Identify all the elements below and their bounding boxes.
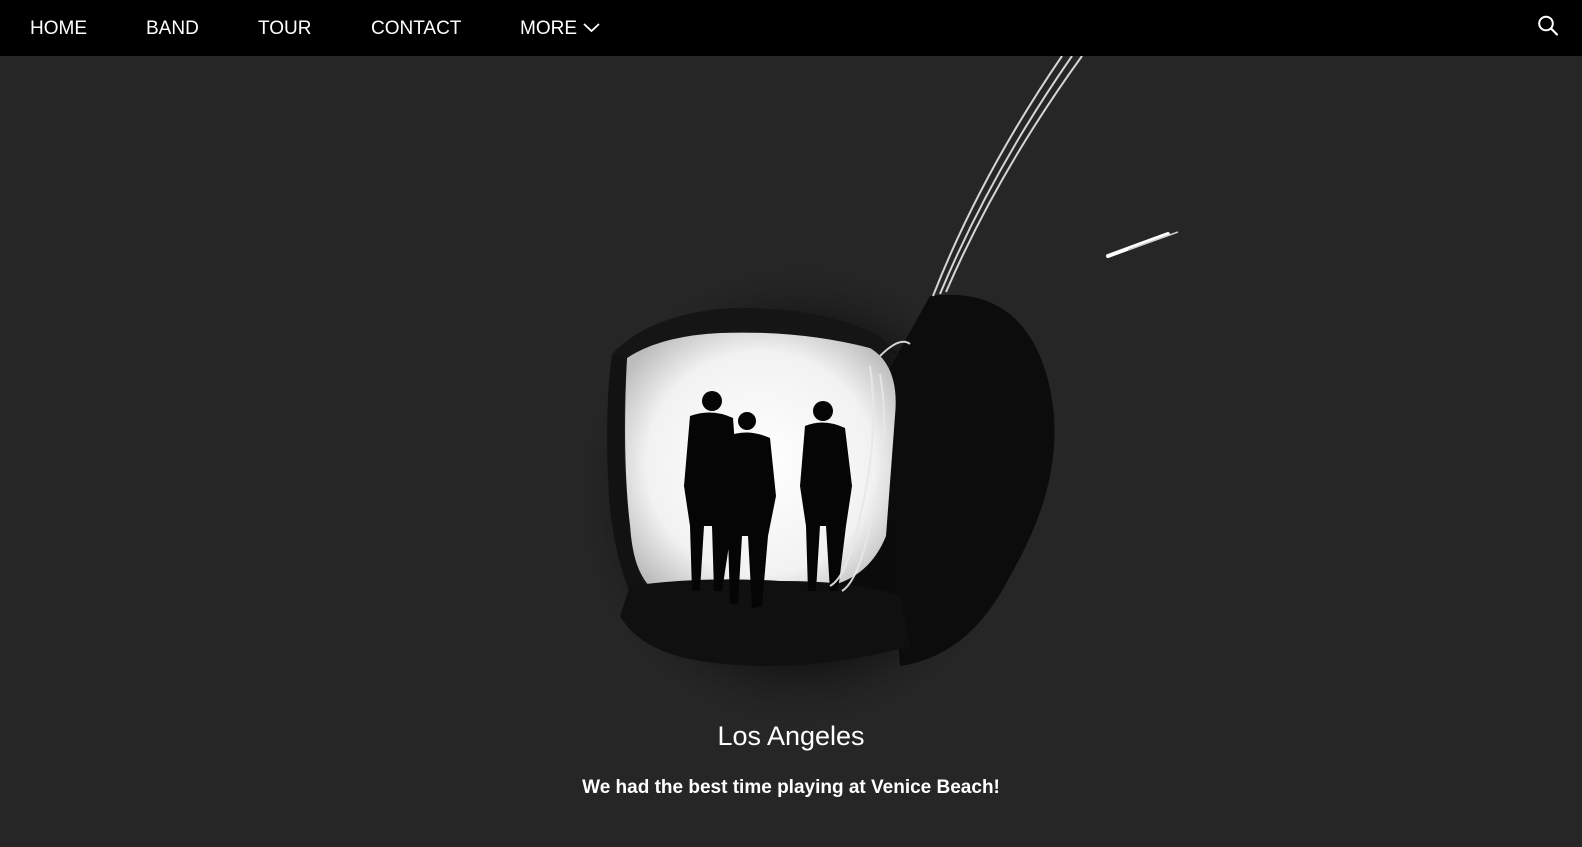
- nav-home-link[interactable]: HOME: [30, 0, 87, 56]
- nav-tour-link[interactable]: TOUR: [258, 0, 311, 56]
- nav-more-dropdown[interactable]: MORE: [520, 0, 600, 56]
- nav-contact-link[interactable]: CONTACT: [371, 0, 461, 56]
- chevron-down-icon: [583, 22, 600, 32]
- nav-more-label: MORE: [520, 17, 577, 39]
- hero-section: Los Angeles We had the best time playing…: [0, 56, 1582, 847]
- hero-subtitle: We had the best time playing at Venice B…: [582, 777, 1000, 798]
- nav-band-link[interactable]: BAND: [146, 0, 199, 56]
- search-icon[interactable]: [1536, 14, 1560, 38]
- top-navbar: HOME BAND TOUR CONTACT MORE: [0, 0, 1582, 56]
- hero-title: Los Angeles: [717, 721, 865, 751]
